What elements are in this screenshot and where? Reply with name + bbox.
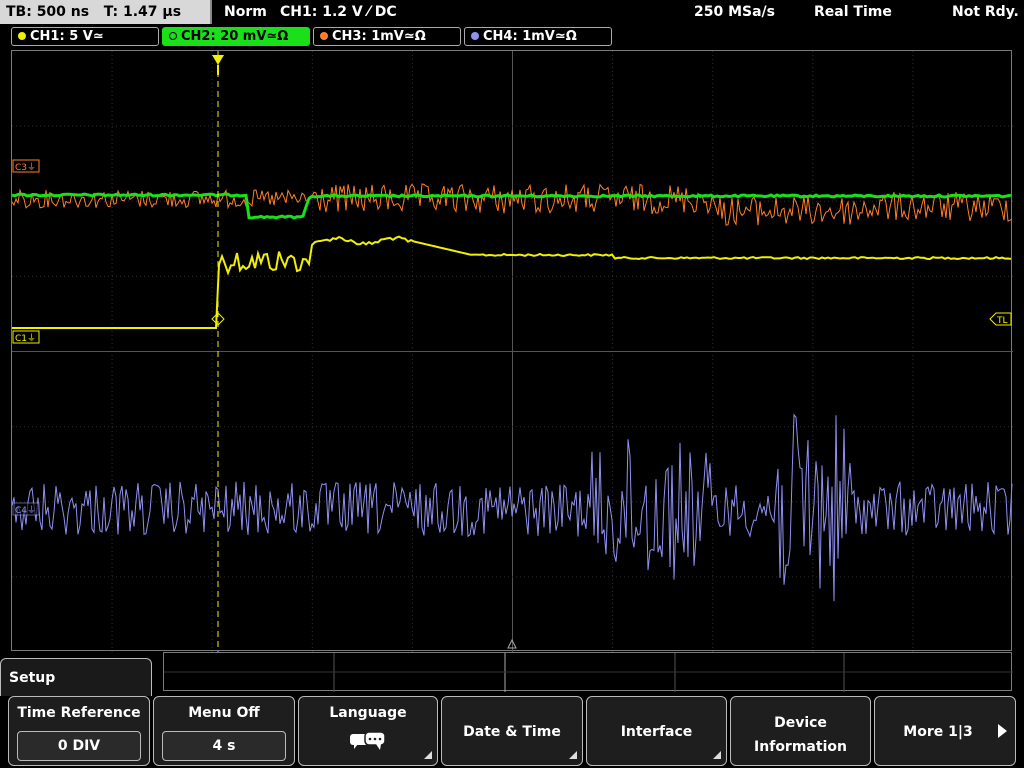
status-bar: TB: 500 ns T: 1.47 µs Norm CH1: 1.2 V ⁄ … [0, 0, 1024, 26]
waveform-svg: C3⏚ C1⏚ C4⏚ TL [12, 51, 1013, 652]
ch2-dot-icon [169, 31, 177, 40]
secondary-display [163, 652, 1013, 692]
secondary-grid-svg [164, 653, 1013, 692]
channel-tabs: CH1: 5 V≃ CH2: 20 mV≃Ω CH3: 1mV≃Ω CH4: 1… [0, 26, 1024, 48]
acquisition-status: Not Rdy. [952, 4, 1019, 20]
timebase-readout: TB: 500 ns [6, 4, 90, 20]
menu-title: Setup [0, 658, 152, 696]
more-softkey[interactable]: More 1|3 [874, 696, 1016, 766]
ch4-dot-icon [471, 31, 479, 40]
softkey-bar: Time Reference 0 DIV Menu Off 4 s Langua… [0, 696, 1024, 768]
trigger-level-marker[interactable]: TL [989, 312, 1012, 326]
channel-label: CH1: 5 V≃ [30, 29, 104, 44]
softkey-label: Menu Off [188, 705, 260, 721]
menu-off-value[interactable]: 4 s [162, 731, 286, 761]
speech-bubbles-icon [350, 731, 386, 750]
channel-label: CH4: 1mV≃Ω [483, 29, 577, 44]
channel-label: CH3: 1mV≃Ω [332, 29, 426, 44]
c1-marker-label: C1⏚ [15, 333, 36, 344]
softkey-label: Interface [620, 724, 693, 740]
next-page-icon [998, 724, 1007, 738]
submenu-indicator-icon [424, 751, 432, 759]
trigger-time-readout: T: 1.47 µs [103, 4, 182, 20]
channel-tab-ch2[interactable]: CH2: 20 mV≃Ω [162, 27, 310, 46]
trigger-mode[interactable]: Norm [224, 0, 267, 24]
softkey-label: Time Reference [17, 705, 141, 721]
trigger-level-label: TL [996, 316, 1008, 326]
channel-tab-ch1[interactable]: CH1: 5 V≃ [11, 27, 159, 46]
submenu-indicator-icon [569, 751, 577, 759]
c3-marker-label: C3⏚ [15, 162, 36, 173]
menu-off-softkey[interactable]: Menu Off 4 s [153, 696, 295, 766]
softkey-label-line1: Device [774, 715, 827, 731]
date-time-softkey[interactable]: Date & Time [441, 696, 583, 766]
softkey-label: Date & Time [463, 724, 561, 740]
device-information-softkey[interactable]: Device Information [730, 696, 871, 766]
c4-marker-label: C4⏚ [15, 505, 36, 516]
ch1-waveform [12, 235, 1012, 329]
interface-softkey[interactable]: Interface [586, 696, 727, 766]
time-reference-value[interactable]: 0 DIV [17, 731, 141, 761]
timebase-box[interactable]: TB: 500 ns T: 1.47 µs [0, 0, 212, 24]
ch3-dot-icon [320, 31, 328, 40]
c4-ground-marker[interactable]: C4⏚ [12, 502, 40, 516]
time-reference-softkey[interactable]: Time Reference 0 DIV [8, 696, 150, 766]
waveform-display[interactable]: C3⏚ C1⏚ C4⏚ TL [11, 50, 1013, 652]
acquisition-mode: Real Time [814, 4, 892, 20]
softkey-label: More 1|3 [903, 724, 973, 740]
c3-ground-marker[interactable]: C3⏚ [12, 159, 40, 173]
softkey-label-line2: Information [754, 739, 847, 755]
language-softkey[interactable]: Language [298, 696, 438, 766]
submenu-indicator-icon [713, 751, 721, 759]
sample-rate: 250 MSa/s [694, 4, 776, 20]
grid-lines [12, 51, 1013, 652]
ch1-dot-icon [18, 31, 26, 40]
c1-ground-marker[interactable]: C1⏚ [12, 330, 40, 344]
trigger-info[interactable]: CH1: 1.2 V ⁄ DC [280, 0, 397, 24]
softkey-label: Language [329, 705, 407, 721]
channel-label: CH2: 20 mV≃Ω [181, 29, 289, 44]
channel-tab-ch4[interactable]: CH4: 1mV≃Ω [464, 27, 612, 46]
channel-tab-ch3[interactable]: CH3: 1mV≃Ω [313, 27, 461, 46]
trigger-position-arrow-icon[interactable] [212, 55, 224, 65]
